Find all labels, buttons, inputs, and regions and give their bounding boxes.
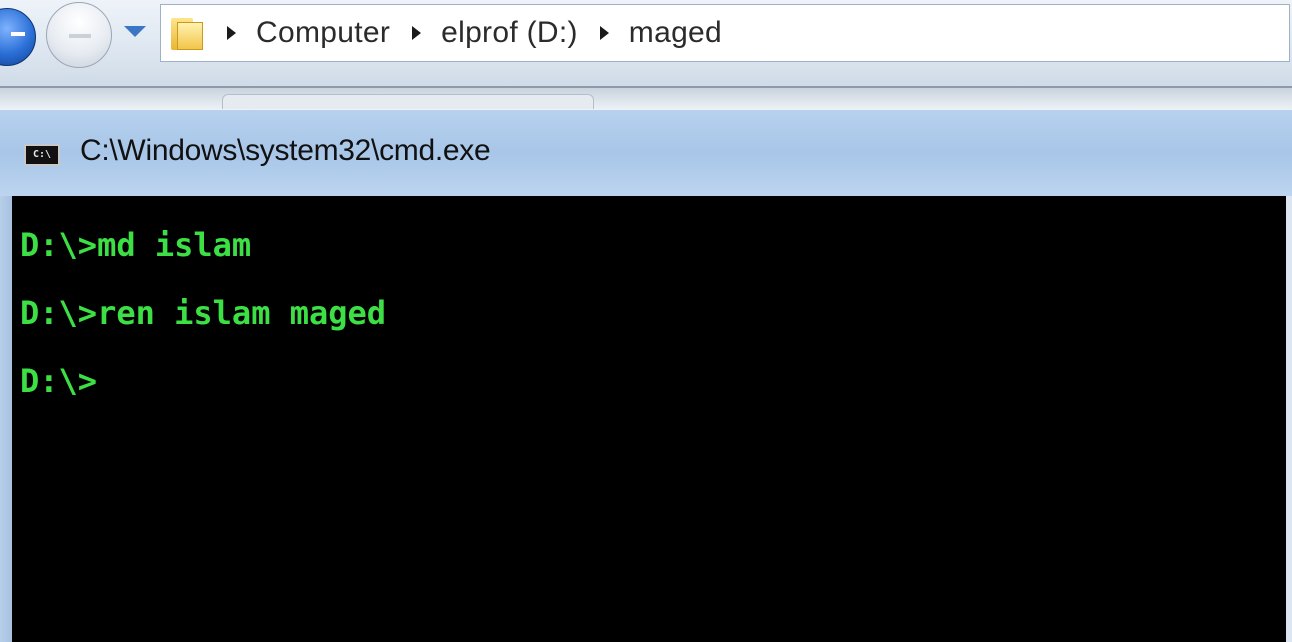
breadcrumb-computer[interactable]: Computer — [256, 16, 390, 50]
toolbar-shadow — [0, 88, 1292, 110]
breadcrumb-folder[interactable]: maged — [629, 16, 722, 50]
forward-arrow-icon — [69, 34, 91, 38]
cmd-title-bar[interactable]: C:\ C:\Windows\system32\cmd.exe — [0, 110, 1292, 196]
explorer-navigation-bar: Computer elprof (D:) maged — [0, 0, 1292, 86]
breadcrumb-separator-icon[interactable] — [227, 26, 236, 40]
console-prompt[interactable]: D:\> — [20, 364, 386, 398]
back-button[interactable] — [0, 8, 36, 66]
toolbar-tab-edge — [222, 94, 594, 109]
window-frame-right — [1286, 196, 1292, 642]
console-line-md: D:\>md islam — [20, 226, 252, 264]
window-frame-left — [0, 196, 12, 642]
breadcrumb-drive[interactable]: elprof (D:) — [441, 16, 578, 50]
console-output[interactable]: D:\>md islam D:\>ren islam maged D:\> — [12, 196, 1286, 642]
breadcrumb-separator-icon[interactable] — [599, 26, 609, 40]
back-arrow-icon — [11, 32, 25, 36]
console-app-icon[interactable]: C:\ — [24, 144, 60, 166]
recent-pages-dropdown[interactable] — [124, 26, 146, 37]
console-line-ren: D:\>ren islam maged — [20, 294, 387, 332]
breadcrumb-separator-icon[interactable] — [412, 26, 422, 40]
forward-button[interactable] — [46, 2, 112, 68]
folder-icon — [171, 16, 205, 50]
window-title: C:\Windows\system32\cmd.exe — [80, 134, 491, 167]
address-bar[interactable]: Computer elprof (D:) maged — [160, 4, 1290, 62]
